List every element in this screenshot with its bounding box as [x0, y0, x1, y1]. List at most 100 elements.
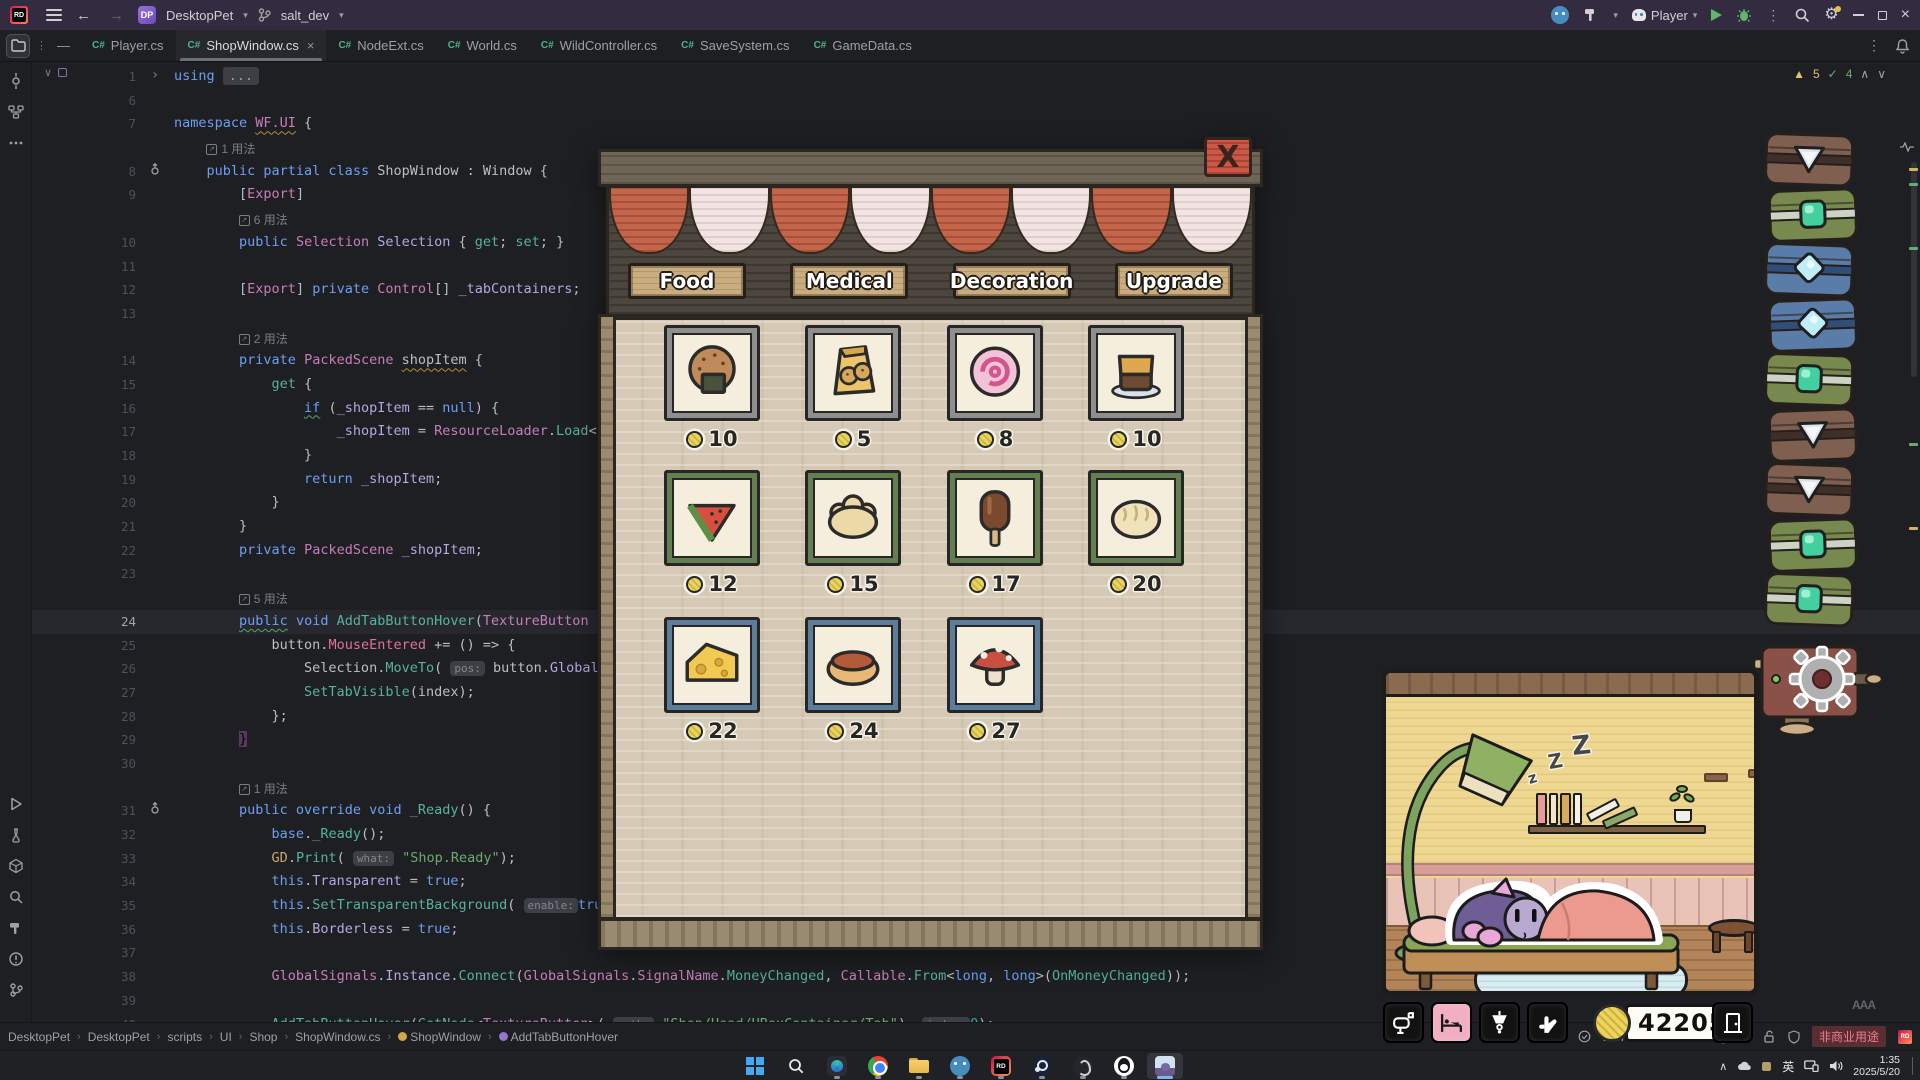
tab-nodeext-cs[interactable]: C# NodeExt.cs: [326, 30, 435, 61]
sidebar-item-more[interactable]: [5, 132, 27, 154]
taskbar-app-godot[interactable]: [942, 1053, 978, 1079]
sidebar-item-commit[interactable]: [5, 70, 27, 92]
usage-count-hint[interactable]: ↗ 2 用法: [238, 328, 288, 352]
prev-issue-icon[interactable]: ∧: [1860, 67, 1869, 81]
maximize-button[interactable]: [1877, 10, 1887, 20]
taskbar-app-explorer[interactable]: [901, 1053, 937, 1079]
fold-icon[interactable]: ›: [151, 64, 159, 88]
door-button[interactable]: [1712, 1002, 1753, 1043]
shop-item-mushroom[interactable]: [947, 617, 1043, 713]
monitoring-pulse-icon[interactable]: [1900, 142, 1914, 152]
shop-tab-medical[interactable]: Medical: [790, 263, 909, 299]
more-actions-icon[interactable]: ⋮: [1766, 7, 1780, 24]
tab-player-cs[interactable]: C# Player.cs: [80, 30, 176, 61]
shop-item-cheese[interactable]: [664, 617, 760, 713]
lock-open-icon[interactable]: [1763, 1030, 1776, 1044]
shop-close-button[interactable]: X: [1204, 137, 1252, 177]
usage-count-hint[interactable]: ↗ 6 用法: [238, 209, 288, 233]
sidebar-item-problems[interactable]: [5, 948, 27, 970]
taskbar-app-chrome[interactable]: [860, 1053, 896, 1079]
override-marker-icon[interactable]: [149, 160, 161, 184]
clock[interactable]: 1:35 2025/5/20: [1853, 1054, 1900, 1078]
security-shield-icon[interactable]: [1788, 1029, 1800, 1044]
shop-tab-upgrade[interactable]: Upgrade: [1114, 263, 1233, 299]
taskbar-app-rider[interactable]: RD: [983, 1053, 1019, 1079]
breadcrumb-item[interactable]: ShopWindow: [398, 1030, 481, 1044]
search-icon[interactable]: [1794, 7, 1810, 23]
breadcrumb[interactable]: DesktopPet › DesktopPet › scripts › UI › Shop › Sh…: [8, 1030, 618, 1044]
shop-item-watermelon[interactable]: [664, 470, 760, 566]
tab-savesystem-cs[interactable]: C# SaveSystem.cs: [669, 30, 801, 61]
editor-scrollbar[interactable]: [1906, 62, 1920, 1022]
shop-item-rice-cracker[interactable]: [664, 325, 760, 421]
next-issue-icon[interactable]: ∨: [1877, 67, 1886, 81]
show-desktop-button[interactable]: [1912, 1057, 1914, 1075]
volume-icon[interactable]: [1829, 1060, 1843, 1072]
close-tab-icon[interactable]: ×: [307, 38, 315, 53]
tab-wildcontroller-cs[interactable]: C# WildController.cs: [529, 30, 669, 61]
taskbar-app-qq[interactable]: [1106, 1053, 1142, 1079]
main-menu-icon[interactable]: [46, 9, 62, 21]
shop-tab-decoration[interactable]: Decoration: [950, 263, 1073, 299]
breadcrumb-item[interactable]: ShopWindow.cs: [295, 1030, 380, 1044]
tab-gamedata-cs[interactable]: C# GameData.cs: [802, 30, 924, 61]
shop-tab-food[interactable]: Food: [628, 263, 746, 299]
rider-app-icon[interactable]: RD: [10, 6, 28, 24]
sidebar-item-run[interactable]: [5, 793, 27, 815]
debug-button[interactable]: [1736, 7, 1752, 23]
shop-item-dumpling[interactable]: [805, 470, 901, 566]
tab-shopwindow-cs[interactable]: C# ShopWindow.cs ×: [175, 30, 327, 61]
breadcrumb-item[interactable]: DesktopPet: [88, 1030, 150, 1044]
sidebar-item-tests[interactable]: [5, 824, 27, 846]
settings-gear-icon[interactable]: ⚙: [1824, 6, 1842, 23]
ime-indicator[interactable]: 英: [1782, 1058, 1794, 1075]
project-tool-window-button[interactable]: [6, 33, 30, 58]
back-icon[interactable]: ←: [72, 7, 95, 24]
tab-options-icon[interactable]: ⋮: [1867, 37, 1881, 54]
mailbox-button[interactable]: [1383, 1002, 1424, 1043]
taskbar-app-search[interactable]: [778, 1053, 814, 1079]
shop-item-choco-pop[interactable]: [947, 470, 1043, 566]
chevron-down-icon[interactable]: ▾: [1613, 10, 1618, 21]
shop-item-pudding[interactable]: [1088, 325, 1184, 421]
inspection-widget[interactable]: ▲ 5 ✓ 4 ∧ ∨: [1793, 67, 1886, 81]
override-marker-icon[interactable]: [149, 799, 161, 823]
app-tray-icon[interactable]: [1761, 1061, 1772, 1072]
taskbar-app-desktoppet[interactable]: [1147, 1053, 1183, 1079]
network-display-icon[interactable]: [1804, 1060, 1819, 1072]
taskbar-app-edge[interactable]: [819, 1053, 855, 1079]
shop-item-naruto-roll[interactable]: [947, 325, 1043, 421]
minimize-button[interactable]: [1852, 14, 1864, 16]
forward-icon[interactable]: →: [105, 7, 128, 24]
breadcrumb-item[interactable]: AddTabButtonHover: [498, 1030, 618, 1044]
sidebar-item-build[interactable]: [5, 917, 27, 939]
sidebar-item-packages[interactable]: [5, 855, 27, 877]
usage-count-hint[interactable]: ↗ 1 用法: [206, 138, 255, 162]
close-window-button[interactable]: ×: [1901, 6, 1910, 24]
build-hammer-icon[interactable]: [1583, 7, 1599, 23]
sleeping-pet-on-bed[interactable]: [1396, 845, 1696, 995]
breadcrumb-item[interactable]: UI: [220, 1030, 232, 1044]
breadcrumb-item[interactable]: Shop: [249, 1030, 277, 1044]
usage-count-hint[interactable]: ↗ 5 用法: [238, 588, 288, 612]
sidebar-item-vcs[interactable]: [5, 979, 27, 1001]
tab-world-cs[interactable]: C# World.cs: [436, 30, 529, 61]
shop-item-bread[interactable]: [1088, 470, 1184, 566]
license-notice[interactable]: 非商业用途: [1811, 1026, 1886, 1047]
taskbar-app-start[interactable]: [737, 1053, 773, 1079]
run-button[interactable]: [1711, 9, 1723, 21]
sidebar-item-structure[interactable]: [5, 101, 27, 123]
project-icon[interactable]: DP: [138, 6, 156, 24]
sidebar-item-search[interactable]: [5, 886, 27, 908]
hand-button[interactable]: [1527, 1002, 1568, 1043]
chest-green-emerald[interactable]: [1761, 570, 1873, 635]
taskbar-app-steam[interactable]: [1024, 1053, 1060, 1079]
branch-selector[interactable]: salt_dev: [281, 8, 329, 23]
godot-editor-icon[interactable]: [1551, 6, 1570, 24]
breadcrumb-item[interactable]: scripts: [167, 1030, 202, 1044]
bed-button[interactable]: [1431, 1002, 1472, 1043]
shop-item-hotdog[interactable]: [805, 617, 901, 713]
gear-machine[interactable]: [1752, 629, 1884, 744]
project-selector[interactable]: DesktopPet: [166, 8, 233, 23]
scrollbar-thumb[interactable]: [1911, 162, 1917, 377]
